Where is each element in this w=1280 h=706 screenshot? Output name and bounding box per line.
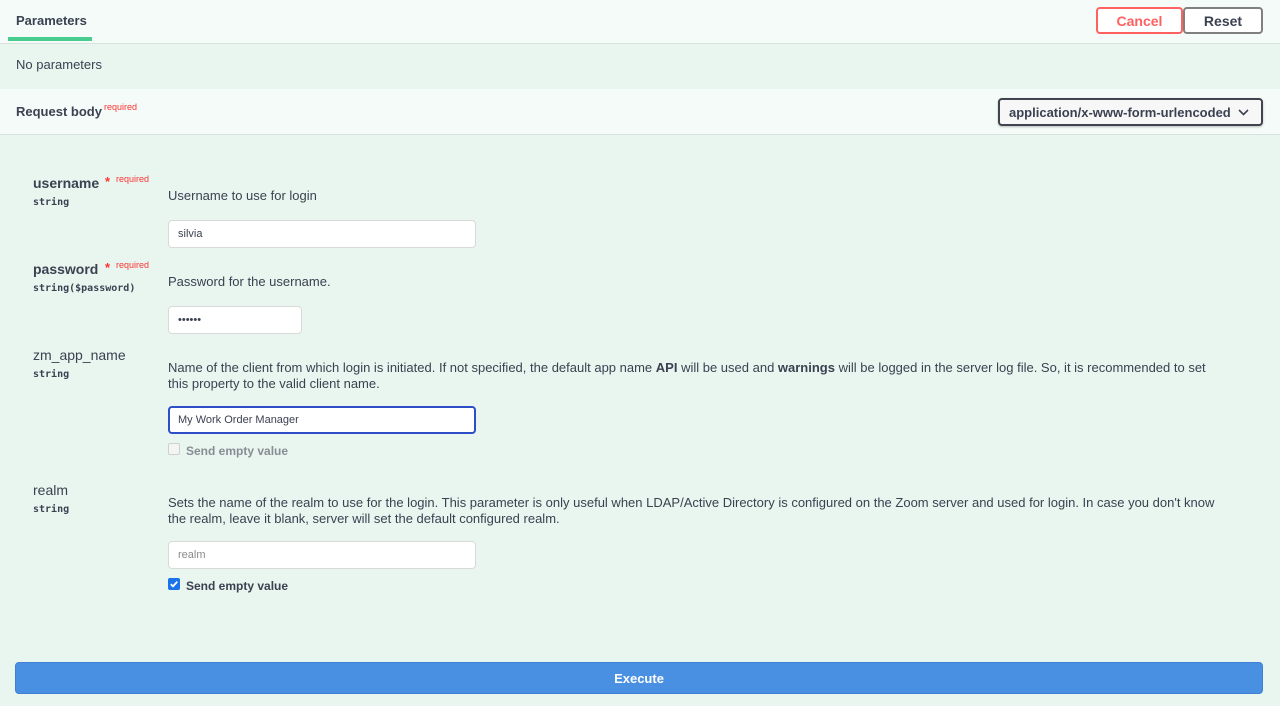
param-name-zm-app-name: zm_app_name [33, 347, 126, 363]
tab-parameters[interactable]: Parameters [8, 0, 92, 41]
param-description-realm: Sets the name of the realm to use for th… [168, 495, 1215, 526]
checkmark-icon [170, 580, 178, 588]
param-type-realm: string [33, 504, 70, 515]
param-type-zm-app-name: string [33, 369, 70, 380]
param-type-username: string [33, 197, 70, 208]
required-star: * [105, 260, 111, 275]
request-body-header: Request body required application/x-www-… [0, 89, 1280, 135]
execute-button[interactable]: Execute [15, 662, 1263, 694]
param-description-password: Password for the username. [168, 274, 331, 289]
realm-input[interactable] [168, 541, 476, 569]
reset-button[interactable]: Reset [1183, 7, 1263, 34]
param-name-realm: realm [33, 482, 69, 498]
required-badge: required [116, 174, 150, 184]
required-badge: required [116, 260, 150, 270]
param-description-zm-app-name: Name of the client from which login is i… [168, 360, 1206, 391]
param-type-password: string($password) [33, 283, 136, 294]
request-body-required-badge: required [104, 102, 138, 112]
send-empty-value-label: Send empty value [186, 444, 289, 458]
send-empty-value-label: Send empty value [186, 579, 289, 593]
required-star: * [105, 174, 111, 189]
cancel-button[interactable]: Cancel [1096, 7, 1183, 34]
content-type-value: application/x-www-form-urlencoded [1009, 105, 1231, 120]
no-parameters-text: No parameters [16, 57, 102, 72]
tab-parameters-label: Parameters [16, 13, 87, 28]
content-type-select[interactable]: application/x-www-form-urlencoded [998, 98, 1263, 126]
chevron-down-icon [1238, 109, 1249, 116]
zm-app-name-input[interactable] [168, 406, 476, 434]
send-empty-value-checkbox[interactable] [168, 578, 180, 590]
param-name-password: password [33, 261, 99, 277]
send-empty-value-checkbox[interactable] [168, 443, 180, 455]
request-body-title: Request body [16, 104, 102, 119]
param-name-username: username [33, 175, 100, 191]
username-input[interactable] [168, 220, 476, 248]
param-description-username: Username to use for login [168, 188, 317, 203]
parameters-header: Parameters Cancel Reset [0, 0, 1280, 44]
password-input[interactable] [168, 306, 302, 334]
